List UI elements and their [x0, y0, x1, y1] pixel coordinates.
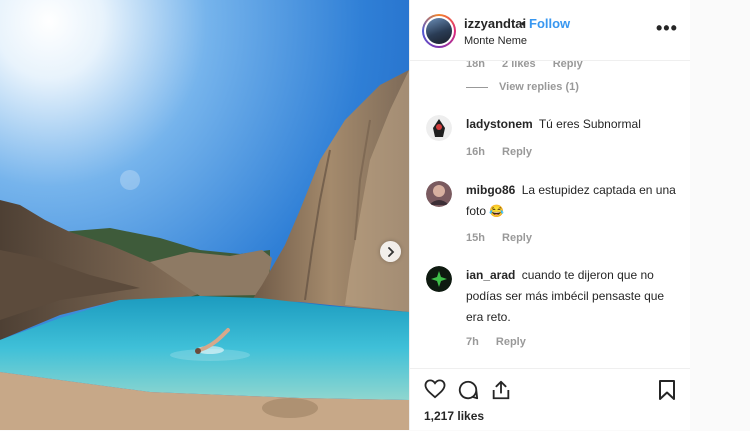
comment-meta: 15h Reply — [466, 232, 546, 244]
reply-time: 18h — [466, 60, 485, 70]
comment-time: 15h — [466, 232, 485, 244]
more-options-icon[interactable]: ••• — [656, 18, 678, 39]
likes-count[interactable]: 1,217 likes — [424, 409, 484, 423]
comment-meta: 7h Reply — [466, 336, 540, 348]
comment-reply-button[interactable]: Reply — [496, 336, 526, 348]
separator-dot: • — [521, 16, 526, 31]
lake-photo-illustration — [0, 0, 409, 430]
comment-icon[interactable] — [457, 379, 479, 401]
comment-username[interactable]: mibgo86 — [466, 183, 515, 197]
post-header: izzyandtai • Follow Monte Neme ••• — [410, 0, 690, 61]
comment-reply-button[interactable]: Reply — [502, 146, 532, 158]
comment-time: 16h — [466, 146, 485, 158]
avatar-image — [426, 18, 452, 44]
comment-body: ian_arad cuando te dijeron que no podías… — [466, 265, 676, 328]
commenter-avatar[interactable] — [426, 266, 452, 292]
share-icon[interactable] — [490, 379, 512, 401]
post-actions: 1,217 likes — [410, 368, 690, 431]
commenter-avatar[interactable] — [426, 181, 452, 207]
comments-list[interactable]: 18h 2 likes Reply View replies (1) ladys… — [410, 60, 690, 368]
reply-likes[interactable]: 2 likes — [502, 60, 536, 70]
view-replies-label: View replies (1) — [499, 81, 579, 93]
author-username[interactable]: izzyandtai — [464, 16, 526, 31]
location-link[interactable]: Monte Neme — [464, 35, 527, 47]
avatar-border — [424, 16, 454, 46]
bookmark-icon[interactable] — [658, 379, 676, 401]
comment-username[interactable]: ladystonem — [466, 117, 533, 131]
comment-reply-button[interactable]: Reply — [502, 232, 532, 244]
reply-button[interactable]: Reply — [553, 60, 583, 70]
follow-button[interactable]: Follow — [529, 16, 570, 31]
comment-body: mibgo86 La estupidez captada en una foto… — [466, 180, 676, 222]
reply-meta: 18h 2 likes Reply — [466, 60, 597, 70]
author-avatar[interactable] — [422, 14, 456, 48]
comment-time: 7h — [466, 336, 479, 348]
post-sidebar: izzyandtai • Follow Monte Neme ••• 18h 2… — [409, 0, 690, 430]
divider-line — [466, 86, 488, 88]
view-replies-button[interactable]: View replies (1) — [466, 81, 579, 93]
comment-text: Tú eres Subnormal — [538, 117, 641, 131]
comment-meta: 16h Reply — [466, 146, 546, 158]
next-photo-button[interactable] — [380, 241, 401, 262]
post-photo[interactable] — [0, 0, 409, 430]
comment-body: ladystonem Tú eres Subnormal — [466, 114, 676, 135]
instagram-post: izzyandtai • Follow Monte Neme ••• 18h 2… — [0, 0, 690, 430]
page-background — [690, 0, 750, 430]
chevron-right-icon — [387, 246, 394, 257]
heart-icon[interactable] — [424, 379, 446, 399]
comment-username[interactable]: ian_arad — [466, 268, 515, 282]
commenter-avatar[interactable] — [426, 115, 452, 141]
